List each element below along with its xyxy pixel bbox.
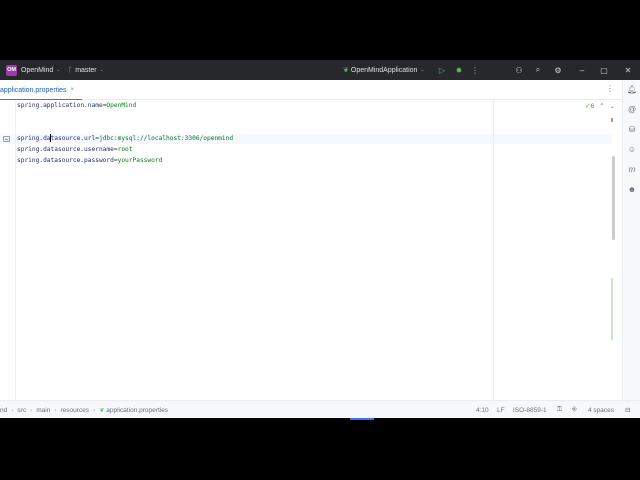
code-style-icon[interactable]: ⎆ (572, 401, 577, 418)
tab-label: application.properties (0, 86, 67, 94)
property-key: spring.datasource.password (17, 157, 114, 164)
code-line-1: spring.application.name=OpenMind (17, 101, 136, 111)
more-vertical-icon[interactable]: ⋮ (606, 84, 614, 93)
close-icon[interactable]: ✕ (620, 60, 636, 80)
properties-file-icon: ❦ (99, 407, 105, 414)
gear-icon[interactable]: ⚙ (550, 60, 566, 80)
ai-assistant-icon[interactable]: @ (623, 100, 640, 118)
change-stripe-mark[interactable] (611, 278, 613, 340)
spring-leaf-icon: ❦ (343, 67, 349, 74)
letterbox-bottom (0, 418, 640, 480)
property-value: yourPassword (117, 157, 163, 164)
branch-selector[interactable]: ᚴ master ⌄ (68, 60, 104, 80)
run-config-selector[interactable]: ❦ OpenMindApplication ⌄ (343, 60, 425, 80)
breadcrumb-item[interactable]: nd (0, 407, 7, 414)
git-branch-icon: ᚴ (68, 66, 73, 74)
chevron-down-icon[interactable]: ⌄ (610, 102, 615, 110)
project-badge-icon: OM (6, 64, 17, 76)
breadcrumb-item[interactable]: src (17, 407, 26, 414)
right-margin-guide (493, 100, 494, 400)
breadcrumb: nd › src › main › resources › ❦ applicat… (0, 401, 168, 418)
chevron-right-icon: › (54, 406, 57, 414)
project-selector[interactable]: OM OpenMind ⌄ (6, 60, 61, 80)
property-value: jdbc:mysql://localhost:3306/openmind (98, 135, 234, 142)
notifications-icon[interactable]: 🔔︎ (623, 80, 640, 98)
project-name: OpenMind (21, 66, 54, 74)
copilot-chat-icon[interactable]: ☻ (623, 180, 640, 198)
property-key: spring.application.name (17, 102, 103, 109)
property-value: OpenMind (106, 102, 137, 109)
property-key: spring.datasource.username (17, 146, 114, 153)
code-line-5: spring.datasource.username=root (17, 145, 133, 155)
search-icon[interactable]: ⌕ (530, 60, 546, 80)
ide-window: OM OpenMind ⌄ ᚴ master ⌄ ❦ OpenMindAppli… (0, 60, 640, 418)
run-config-name: OpenMindApplication (350, 66, 418, 74)
editor-gutter (0, 100, 16, 400)
property-key-part-a: spring.da (17, 135, 51, 142)
more-vertical-icon[interactable]: ⋮ (467, 60, 483, 80)
structure-icon[interactable] (3, 136, 10, 142)
lock-icon[interactable]: ⊟ (625, 401, 630, 418)
file-encoding[interactable]: ISO-8859-1 (513, 401, 547, 418)
property-key-part-b: tasource.url (50, 135, 96, 142)
inspection-count: 6 (590, 103, 595, 110)
add-user-icon[interactable]: ⚇ (511, 60, 527, 80)
tab-application-properties[interactable]: application.properties × (0, 80, 82, 101)
chevron-down-icon: ⌄ (56, 67, 61, 73)
code-line-6: spring.datasource.password=yourPassword (17, 156, 162, 166)
code-editor[interactable]: spring.application.name=OpenMind spring.… (0, 100, 622, 400)
error-stripe-mark[interactable] (611, 118, 613, 122)
chevron-down-icon: ⌄ (420, 67, 425, 73)
status-bar: nd › src › main › resources › ❦ applicat… (0, 400, 640, 418)
chevron-right-icon: › (93, 406, 96, 414)
breadcrumb-item[interactable]: main (36, 407, 50, 414)
run-icon[interactable]: ▷ (434, 60, 450, 80)
chevron-down-icon: ⌄ (99, 67, 104, 73)
chevron-right-icon: › (30, 406, 33, 414)
inspection-widget[interactable]: ✓6 ⌃ ⌄ (585, 102, 615, 110)
minimize-icon[interactable]: – (574, 60, 590, 80)
line-separator[interactable]: LF (497, 401, 505, 418)
copilot-icon[interactable]: ☺ (623, 140, 640, 158)
indent-setting[interactable]: 4 spaces (588, 401, 614, 418)
title-bar: OM OpenMind ⌄ ᚴ master ⌄ ❦ OpenMindAppli… (0, 60, 640, 80)
vertical-scrollbar[interactable] (612, 156, 615, 240)
branch-name: master (75, 66, 97, 74)
editor-tab-bar: application.properties × ⋮ (0, 80, 622, 101)
code-line-4: spring.datasource.url=jdbc:mysql://local… (17, 134, 233, 144)
chevron-right-icon: › (11, 406, 14, 414)
close-tab-icon[interactable]: × (71, 87, 75, 93)
breadcrumb-item[interactable]: application.properties (106, 407, 168, 414)
chevron-up-icon[interactable]: ⌃ (599, 102, 604, 110)
letterbox-top (0, 0, 640, 60)
breadcrumb-item[interactable]: resources (61, 407, 90, 414)
progress-indicator (350, 418, 374, 420)
caret-position[interactable]: 4:10 (476, 401, 489, 418)
right-tool-strip: 🔔︎ @ ⛁ ☺ m ☻ (622, 80, 640, 400)
readonly-toggle-icon[interactable]: ⚿ (557, 401, 562, 418)
maven-icon[interactable]: m (623, 160, 640, 178)
database-icon[interactable]: ⛁ (623, 120, 640, 138)
debug-icon[interactable]: ✹ (451, 60, 467, 80)
property-value: root (117, 146, 133, 153)
maximize-icon[interactable]: ▢ (596, 60, 612, 80)
